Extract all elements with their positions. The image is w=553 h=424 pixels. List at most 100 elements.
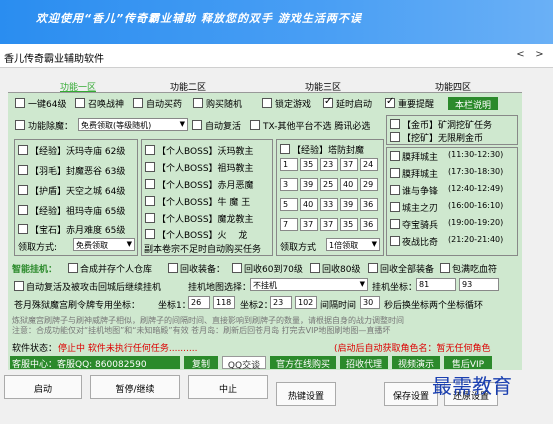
hang-coord-y[interactable]: 93	[459, 278, 499, 291]
event-time: (11:30-12:30)	[448, 150, 504, 159]
checkbox-auto-potion[interactable]	[133, 98, 143, 108]
checkbox-boss-3[interactable]	[145, 179, 155, 189]
tower-cell[interactable]: 40	[300, 198, 318, 211]
checkbox-hang-merge[interactable]	[68, 263, 78, 273]
interval-input[interactable]: 30	[360, 296, 380, 309]
copy-button[interactable]: 复制	[184, 356, 218, 370]
vip-button[interactable]: 售后VIP	[444, 356, 492, 370]
tower-cell[interactable]: 25	[320, 178, 338, 191]
tower-cell[interactable]: 40	[340, 178, 358, 191]
checkbox-eat-blood[interactable]	[440, 263, 450, 273]
checkbox-exp-4[interactable]	[18, 205, 28, 215]
checkbox-boss-5[interactable]	[145, 213, 155, 223]
checkbox-boss-4[interactable]	[145, 196, 155, 206]
claim-mode-select[interactable]: 免费领取	[73, 238, 135, 251]
label-recycle-80: 回收80级	[322, 265, 361, 275]
tower-cell[interactable]: 1	[280, 158, 298, 171]
checkbox-auto-revive[interactable]	[192, 120, 202, 130]
checkbox-important-alert[interactable]	[385, 96, 395, 108]
start-button[interactable]: 启动	[4, 375, 82, 399]
tower-cell[interactable]: 39	[340, 198, 358, 211]
tab-area-1[interactable]: 功能一区	[48, 80, 108, 93]
checkbox-boss-2[interactable]	[145, 162, 155, 172]
checkbox-delay-start[interactable]	[323, 96, 333, 108]
checkbox-event[interactable]	[390, 151, 400, 161]
coord1-x[interactable]: 26	[188, 296, 210, 309]
tab-area-3[interactable]: 功能三区	[293, 80, 353, 93]
checkbox-exp-2[interactable]	[18, 165, 28, 175]
label-boss-5: 【个人BOSS】魔龙教主	[157, 215, 254, 225]
checkbox-demon[interactable]	[15, 120, 25, 130]
tower-cell[interactable]: 3	[280, 178, 298, 191]
checkbox-event[interactable]	[390, 202, 400, 212]
tower-cell[interactable]: 39	[300, 178, 318, 191]
checkbox-exp-1[interactable]	[18, 145, 28, 155]
tower-cell[interactable]: 29	[360, 178, 378, 191]
save-settings-button[interactable]: 保存设置	[384, 382, 438, 406]
tower-cell[interactable]: 33	[320, 198, 338, 211]
tower-cell[interactable]: 36	[360, 198, 378, 211]
map-select[interactable]: 不挂机	[250, 278, 368, 291]
checkbox-revive-continue[interactable]	[14, 281, 24, 291]
tower-cell[interactable]: 7	[280, 218, 298, 231]
coord1-y[interactable]: 118	[213, 296, 235, 309]
tower-cell[interactable]: 35	[340, 218, 358, 231]
tab-strip: 功能一区 功能二区 功能三区 功能四区	[8, 80, 522, 93]
status-text: 停止中 软件未执行任何任务..........	[58, 344, 198, 354]
hotkey-button[interactable]: 热键设置	[276, 382, 336, 406]
tower-cell[interactable]: 37	[300, 218, 318, 231]
checkbox-recycle-all[interactable]	[368, 263, 378, 273]
event-time: (17:30-18:30)	[448, 167, 504, 176]
welcome-banner: 欢迎使用“香儿”传奇霸业辅助 释放您的双手 游戏生活两不误	[0, 0, 553, 44]
start-label: 启动	[33, 385, 52, 395]
label-hang-merge: 合成并存个人仓库	[80, 265, 153, 275]
tower-cell[interactable]: 23	[320, 158, 338, 171]
checkbox-recycle-equip[interactable]	[168, 263, 178, 273]
tab-area-4[interactable]: 功能四区	[423, 80, 483, 93]
tower-cell[interactable]: 24	[360, 158, 378, 171]
coord2-x[interactable]: 23	[270, 296, 292, 309]
checkbox-mine-infinite[interactable]	[390, 132, 400, 142]
checkbox-lock-game[interactable]	[262, 98, 272, 108]
demon-select[interactable]: 免费领取(等级随机)	[78, 118, 188, 131]
checkbox-exp-5[interactable]	[18, 224, 28, 234]
checkbox-event[interactable]	[390, 236, 400, 246]
label-summon: 召唤战神	[88, 100, 125, 110]
checkbox-tx-platform[interactable]	[250, 120, 260, 130]
tower-cell[interactable]: 37	[340, 158, 358, 171]
qq-chat-button[interactable]: QQ交谈	[222, 356, 266, 371]
checkbox-tower[interactable]	[280, 144, 290, 154]
coord2-y[interactable]: 102	[295, 296, 317, 309]
checkbox-summon[interactable]	[75, 98, 85, 108]
checkbox-mine-gold[interactable]	[390, 119, 400, 129]
buy-online-button[interactable]: 官方在线购买	[270, 356, 336, 370]
pause-button[interactable]: 暂停/继续	[90, 375, 180, 399]
tower-cell[interactable]: 35	[300, 158, 318, 171]
checkbox-recycle-60-70[interactable]	[232, 263, 242, 273]
label-exp-2: 【羽毛】封魔恶谷 63级	[30, 167, 126, 177]
checkbox-event[interactable]	[390, 185, 400, 195]
tower-cell[interactable]: 36	[360, 218, 378, 231]
video-button[interactable]: 视频演示	[392, 356, 440, 370]
tab-prev-button[interactable]: <	[513, 49, 528, 63]
label-mine-gold: 【金币】矿洞挖矿任务	[402, 121, 493, 131]
checkbox-exp-3[interactable]	[18, 185, 28, 195]
tab-next-button[interactable]: >	[532, 49, 547, 63]
stop-button[interactable]: 中止	[188, 375, 268, 399]
event-name: 膜拜城主	[402, 153, 439, 163]
agent-button[interactable]: 招收代理	[340, 356, 388, 370]
hang-coord-x[interactable]: 81	[416, 278, 456, 291]
checkbox-event[interactable]	[390, 168, 400, 178]
checkbox-one-key-64[interactable]	[15, 98, 25, 108]
checkbox-event[interactable]	[390, 219, 400, 229]
tower-cell[interactable]: 5	[280, 198, 298, 211]
tower-mode-select[interactable]: 1倍领取	[326, 238, 380, 251]
checkbox-recycle-80[interactable]	[310, 263, 320, 273]
checkbox-boss-1[interactable]	[145, 145, 155, 155]
checkbox-boss-6[interactable]	[145, 229, 155, 239]
tower-cell[interactable]: 37	[320, 218, 338, 231]
help-button[interactable]: 本栏说明	[448, 97, 498, 111]
label-boss-6: 【个人BOSS】火 龙	[157, 231, 248, 241]
tab-area-2[interactable]: 功能二区	[158, 80, 218, 93]
checkbox-buy-random[interactable]	[193, 98, 203, 108]
